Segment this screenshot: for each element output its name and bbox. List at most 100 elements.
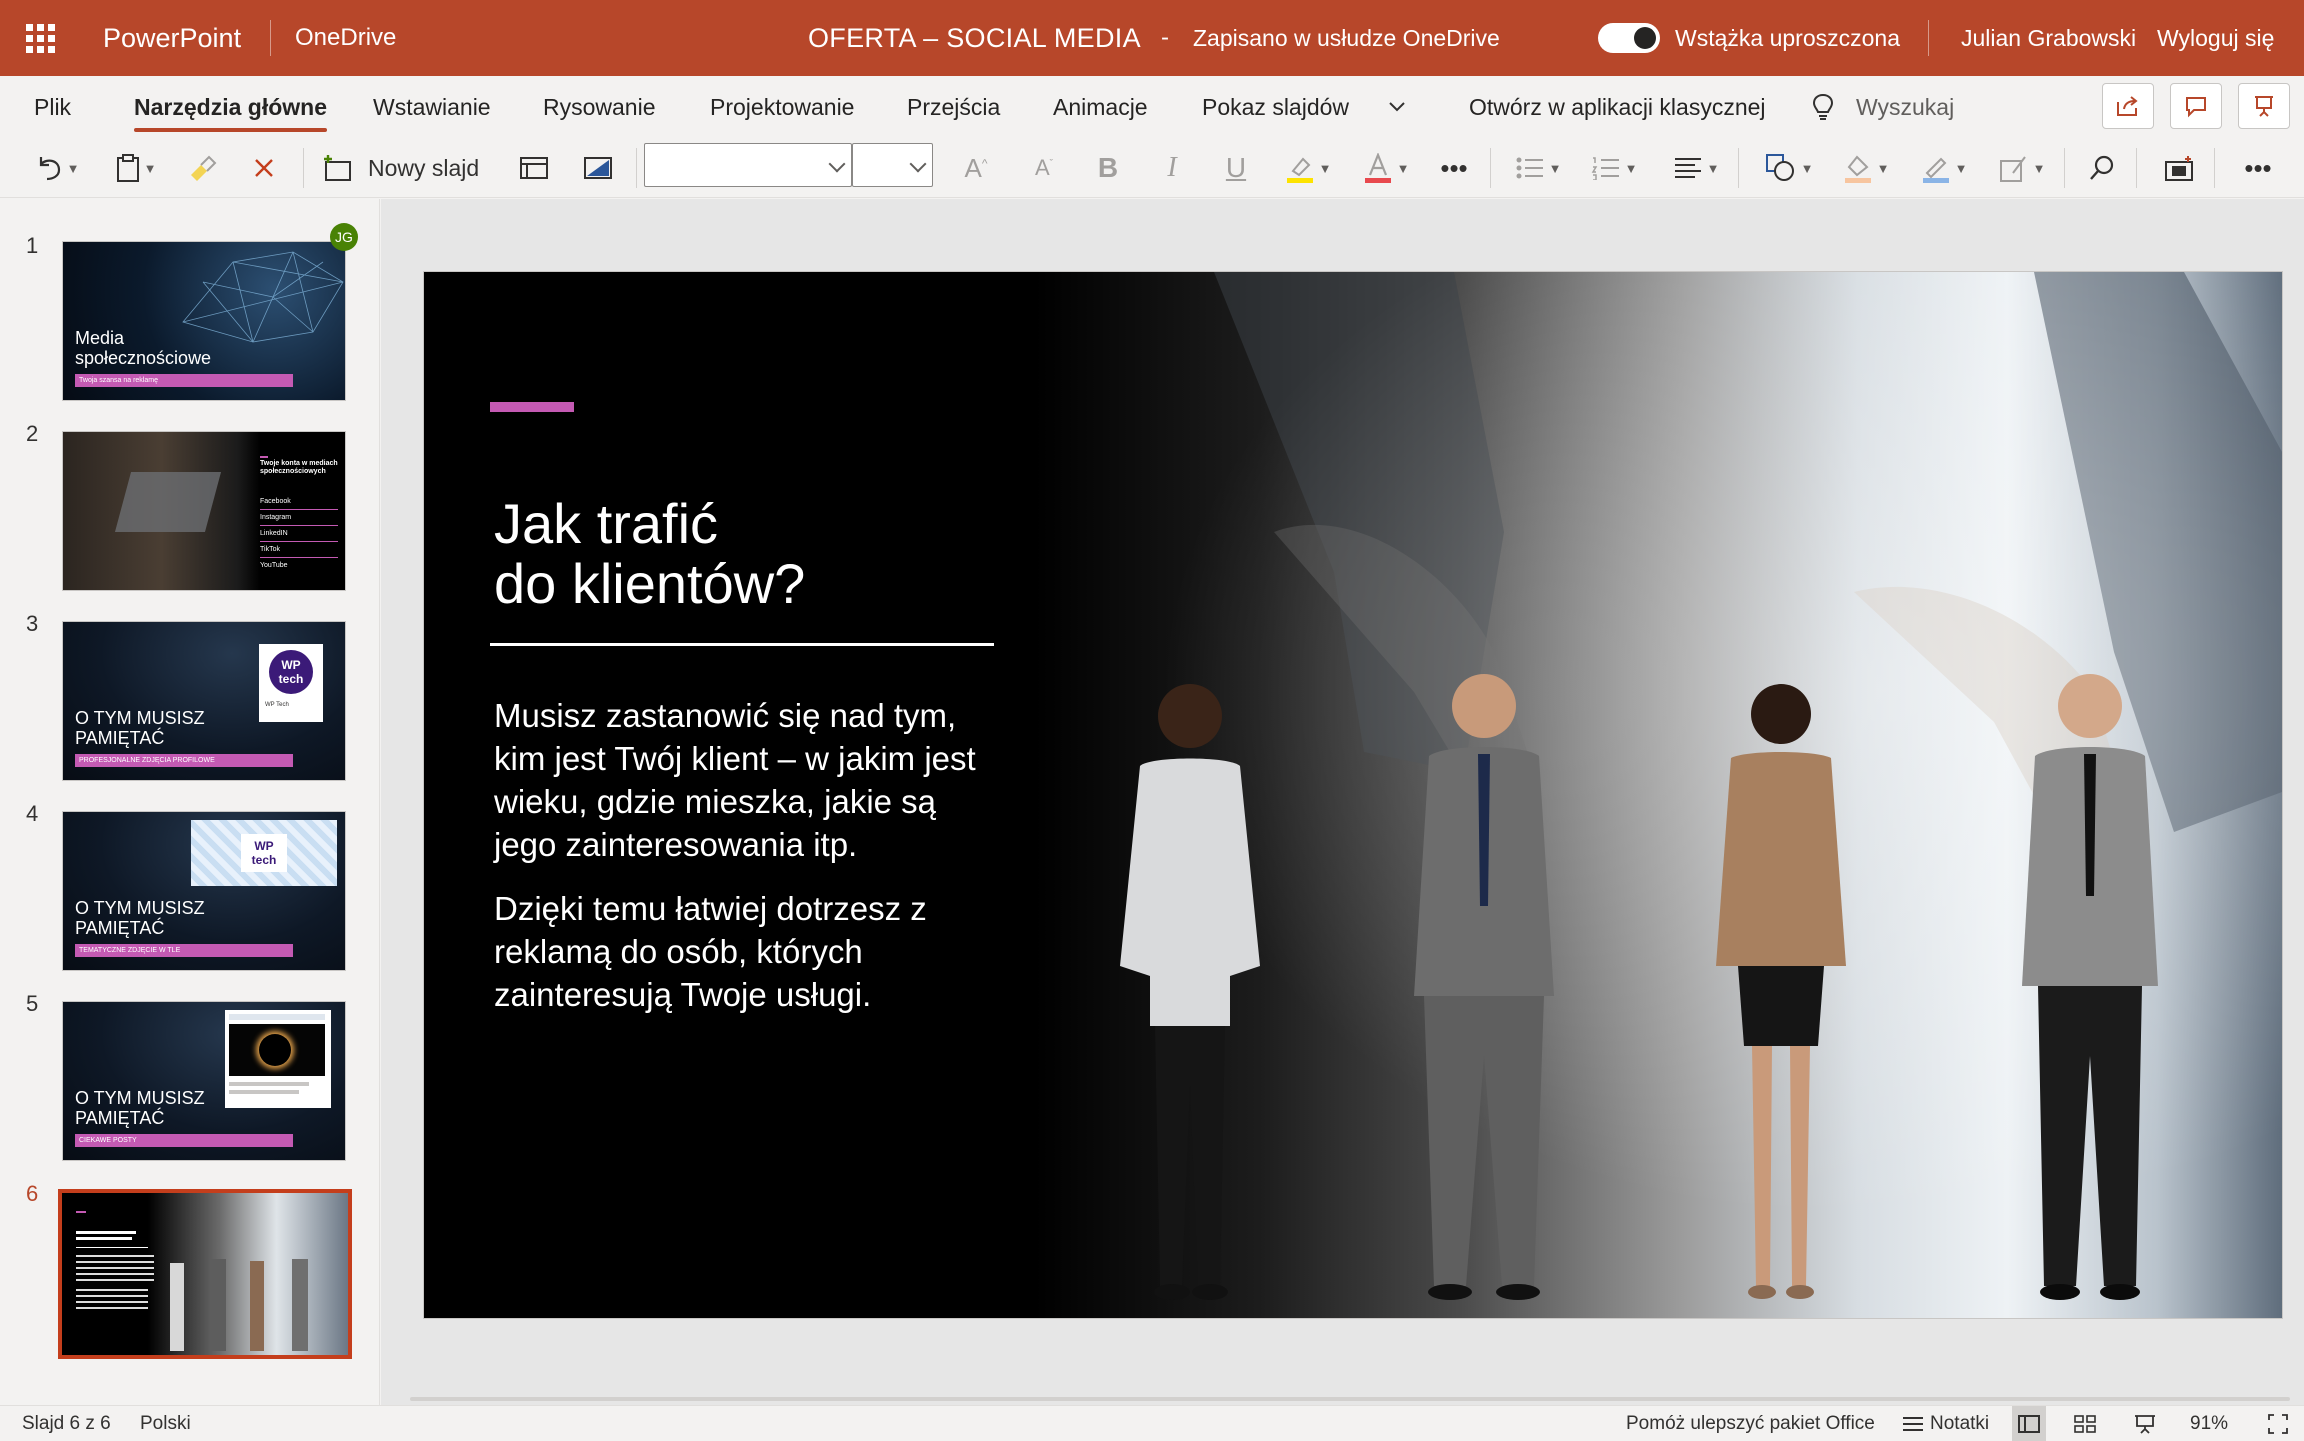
- find-button[interactable]: [2082, 138, 2122, 198]
- grow-font-button[interactable]: A^: [956, 138, 996, 198]
- thumbnail-number: 2: [26, 421, 39, 446]
- outline-icon: [1922, 157, 1949, 183]
- fit-slide-icon: [2268, 1413, 2288, 1434]
- body-paragraph-1[interactable]: Musisz zastanowić się nad tym, kim jest …: [494, 694, 1034, 866]
- slide-thumbnail-5[interactable]: O TYM MUSISZ PAMIĘTAĆ CIEKAWE POSTY: [62, 1001, 346, 1161]
- slide-thumbnail-4[interactable]: WP tech O TYM MUSISZ PAMIĘTAĆ TEMATYCZNE…: [62, 811, 346, 971]
- title-separator: [270, 20, 271, 56]
- tab-draw[interactable]: Rysowanie: [543, 76, 656, 138]
- slide-sorter-icon: [2074, 1414, 2096, 1433]
- simplified-ribbon-toggle[interactable]: [1598, 0, 1660, 76]
- app-name[interactable]: PowerPoint: [103, 0, 241, 76]
- designer-button[interactable]: [2160, 138, 2200, 198]
- font-size-combo[interactable]: [852, 143, 933, 187]
- horizontal-scrollbar[interactable]: [410, 1397, 2290, 1401]
- tab-home[interactable]: Narzędzia główne: [134, 76, 327, 138]
- grow-font-icon: A^: [964, 152, 988, 183]
- tab-animations[interactable]: Animacje: [1053, 76, 1148, 138]
- tab-insert[interactable]: Wstawianie: [373, 76, 491, 138]
- tab-transitions[interactable]: Przejścia: [907, 76, 1000, 138]
- ribbon-separator: [1738, 148, 1739, 188]
- new-slide-button[interactable]: Nowy slajd: [322, 138, 492, 198]
- thumb-subtitle-bar: Twoja szansa na reklamę: [75, 374, 293, 387]
- underline-icon: U: [1225, 152, 1247, 183]
- present-button[interactable]: [2238, 83, 2290, 129]
- format-painter-button[interactable]: [180, 138, 224, 198]
- share-button[interactable]: [2102, 83, 2154, 129]
- zoom-fit-button[interactable]: [2268, 1406, 2288, 1441]
- undo-button[interactable]: ▼: [26, 138, 86, 198]
- search-box[interactable]: Wyszukaj: [1856, 76, 1954, 138]
- onedrive-link[interactable]: OneDrive: [295, 0, 396, 76]
- shape-fill-button[interactable]: ▼: [1834, 138, 1898, 198]
- slide-thumbnail-1[interactable]: Media społecznościowe Twoja szansa na re…: [62, 241, 346, 401]
- waffle-icon: [26, 23, 55, 53]
- highlight-button[interactable]: ▼: [1278, 138, 1338, 198]
- align-button[interactable]: ▼: [1664, 138, 1728, 198]
- present-icon: [2255, 96, 2273, 117]
- body-line: Dzięki temu łatwiej dotrzesz z: [494, 890, 927, 927]
- shrink-font-button[interactable]: Aˇ: [1024, 138, 1064, 198]
- more-font-options[interactable]: •••: [1434, 138, 1474, 198]
- paste-button[interactable]: ▼: [106, 138, 166, 198]
- tab-file[interactable]: Plik: [34, 76, 71, 138]
- tab-design[interactable]: Projektowanie: [710, 76, 854, 138]
- tab-slideshow[interactable]: Pokaz slajdów: [1202, 76, 1349, 138]
- background-button[interactable]: [578, 138, 618, 198]
- person-doctor-figure: [1120, 684, 1260, 1300]
- ribbon-overflow-button[interactable]: •••: [2238, 138, 2278, 198]
- slide-thumbnail-6[interactable]: [58, 1189, 352, 1359]
- slide-title[interactable]: Jak trafić do klientów?: [494, 494, 1034, 614]
- shapes-button[interactable]: ▼: [1756, 138, 1822, 198]
- bullets-button[interactable]: ▼: [1506, 138, 1570, 198]
- slide-thumbnail-3[interactable]: WP tech WP Tech O TYM MUSISZ PAMIĘTAĆ PR…: [62, 621, 346, 781]
- body-line: reklamą do osób, których: [494, 933, 863, 970]
- clear-formatting-button[interactable]: [244, 138, 284, 198]
- co-author-badge[interactable]: JG: [330, 223, 358, 251]
- normal-view-button[interactable]: [2012, 1406, 2046, 1441]
- italic-button[interactable]: I: [1152, 138, 1192, 198]
- slide-6[interactable]: Jak trafić do klientów? Musisz zastanowi…: [424, 272, 2282, 1318]
- more-tabs-button[interactable]: [1388, 76, 1406, 138]
- font-color-button[interactable]: ▼: [1356, 138, 1416, 198]
- font-name-combo[interactable]: [644, 143, 852, 187]
- slide-thumbnails-pane[interactable]: 1 Media społecznościowe Twoja szansa na …: [0, 199, 380, 1405]
- language-indicator[interactable]: Polski: [140, 1406, 191, 1441]
- thumb-list-item: TikTok: [260, 542, 338, 558]
- comments-button[interactable]: [2170, 83, 2222, 129]
- layout-button[interactable]: [514, 138, 554, 198]
- chevron-down-icon: [1389, 102, 1405, 112]
- open-in-desktop-app[interactable]: Otwórz w aplikacji klasycznej: [1469, 76, 1766, 138]
- notes-icon: [1903, 1416, 1923, 1431]
- body-paragraph-2[interactable]: Dzięki temu łatwiej dotrzesz z reklamą d…: [494, 887, 1034, 1016]
- ribbon-separator: [2064, 148, 2065, 188]
- notes-button[interactable]: Notatki: [1902, 1406, 1989, 1441]
- slide-thumbnail-2[interactable]: Twoje konta w mediach społecznościowych …: [62, 431, 346, 591]
- font-color-icon: [1364, 153, 1391, 183]
- slide-sorter-button[interactable]: [2074, 1406, 2096, 1441]
- shape-outline-button[interactable]: ▼: [1912, 138, 1976, 198]
- ribbon-toolbar: ▼ ▼ Nowy slajd A^ Aˇ B I U ▼ ▼ ••• ▼ ▼ ▼…: [0, 138, 2304, 198]
- thumbnail-number: 6: [26, 1181, 39, 1206]
- arrange-button[interactable]: ▼: [1990, 138, 2054, 198]
- wp-tech-logo: WP tech: [241, 834, 287, 872]
- notes-label: Notatki: [1930, 1412, 1990, 1434]
- underline-button[interactable]: U: [1216, 138, 1256, 198]
- numbering-button[interactable]: ▼: [1582, 138, 1646, 198]
- reading-view-button[interactable]: [2134, 1406, 2156, 1441]
- document-title[interactable]: OFERTA – SOCIAL MEDIA: [808, 0, 1141, 76]
- present-icon: [2135, 1414, 2155, 1434]
- app-launcher-button[interactable]: [26, 0, 56, 76]
- thumbnail-number: 3: [26, 611, 39, 636]
- sign-out-link[interactable]: Wyloguj się: [2157, 0, 2274, 76]
- network-graphic: [182, 251, 344, 343]
- user-name[interactable]: Julian Grabowski: [1961, 0, 2136, 76]
- thumb-subtitle-bar: TEMATYCZNE ZDJĘCIE W TLE: [75, 944, 293, 957]
- thumbnail-number: 5: [26, 991, 39, 1016]
- zoom-level[interactable]: 91%: [2190, 1406, 2228, 1441]
- thumb-list-item: YouTube: [260, 562, 288, 569]
- feedback-link[interactable]: Pomóż ulepszyć pakiet Office: [1626, 1406, 1875, 1441]
- thumb-list-item: LinkedIN: [260, 526, 338, 542]
- thumb-list-item: Instagram: [260, 510, 338, 526]
- bold-button[interactable]: B: [1088, 138, 1128, 198]
